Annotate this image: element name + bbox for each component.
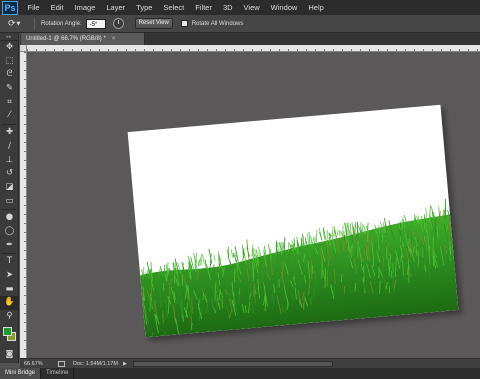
brush-icon[interactable]: ∕ [0,140,19,154]
hand-icon[interactable]: ✋ [0,296,19,311]
menu-3d[interactable]: 3D [217,3,238,12]
gradient-icon[interactable]: ▭ [0,195,19,209]
foreground-color-swatch[interactable] [3,326,12,336]
document-tab-title: Untitled-1 @ 66.7% (RGB/8) * [26,36,106,42]
menu-bar: Ps File Edit Image Layer Type Select Fil… [0,0,480,15]
crop-icon[interactable]: ⌗ [0,96,19,110]
color-swatches [0,326,18,348]
toolbar-divider [2,253,16,255]
dodge-icon[interactable]: ◯ [0,225,19,239]
menu-help[interactable]: Help [303,3,329,12]
menu-image[interactable]: Image [69,3,101,12]
menu-window[interactable]: Window [265,3,303,12]
photoshop-logo: Ps [2,0,18,15]
marquee-icon[interactable]: ⬚ [0,55,19,69]
zoom-level[interactable]: 66.67% [20,361,58,367]
quick-mask-icon[interactable]: ◙ [0,348,19,360]
document-tab-strip: Untitled-1 @ 66.7% (RGB/8) * × [20,33,480,45]
rotation-angle-input[interactable]: -5° [85,18,106,29]
panel-grip[interactable]: ▸▸ [0,33,18,41]
tool-list: ✥ ⬚ ᘓ ✎ ⌗ ⁄ ✚ ∕ ⊥ ↺ ◪ ▭ ● ◯ ✒ T ➤ ▬ ✋ ⚲ [0,41,19,324]
close-icon[interactable]: × [112,36,116,42]
reset-view-button[interactable]: Reset View [134,18,173,29]
menu-filter[interactable]: Filter [190,3,218,12]
blur-icon[interactable]: ● [0,211,19,225]
toolbar-divider [2,124,16,126]
toolbar-divider [2,209,16,211]
menu-select[interactable]: Select [158,3,190,12]
eraser-icon[interactable]: ◪ [0,181,19,195]
menu-view[interactable]: View [238,3,265,12]
path-select-icon[interactable]: ➤ [0,269,19,283]
rotate-all-windows-label: Rotate All Windows [191,20,244,27]
document-tab[interactable]: Untitled-1 @ 66.7% (RGB/8) * × [21,33,145,45]
menu-file[interactable]: File [22,3,45,12]
document-size: Doc: 1.54M/1.17M [73,360,118,367]
menu-edit[interactable]: Edit [45,3,69,12]
rotate-view-icon: ⟳ [8,18,16,29]
status-bar: 66.67% Doc: 1.54M/1.17M ▶ [20,358,480,368]
menu-type[interactable]: Type [131,3,158,12]
zoom-icon[interactable]: ⚲ [0,310,19,324]
options-divider [34,17,35,30]
grass-field [140,214,459,338]
horizontal-scrollbar[interactable] [132,360,333,367]
move-icon[interactable]: ✥ [0,41,19,55]
pen-icon[interactable]: ✒ [0,239,19,253]
options-bar: ⟳ ▼ Rotation Angle: -5° Reset View Rotate… [0,15,480,33]
tool-preset-picker[interactable]: ⟳ ▼ [8,17,28,31]
bottom-panel-tabs: Mini Bridge Timeline [0,368,480,379]
lasso-icon[interactable]: ᘓ [0,68,19,82]
quick-select-icon[interactable]: ✎ [0,82,19,96]
rotation-dial[interactable] [112,18,124,29]
tab-mini-bridge[interactable]: Mini Bridge [0,368,42,379]
rotation-angle-label: Rotation Angle: [41,20,82,27]
eyedropper-icon[interactable]: ⁄ [0,109,19,123]
document-info-icon [58,360,65,367]
canvas-pasteboard[interactable] [28,52,480,358]
shape-icon[interactable]: ▬ [0,283,19,297]
menu-layer[interactable]: Layer [101,3,131,12]
clone-stamp-icon[interactable]: ⊥ [0,154,19,168]
rotate-all-windows-checkbox[interactable] [180,20,188,27]
tools-panel: ▸▸ ✥ ⬚ ᘓ ✎ ⌗ ⁄ ✚ ∕ ⊥ ↺ ◪ ▭ ● ◯ ✒ T ➤ ▬ ✋ ⚲ ◙ [0,33,19,363]
vertical-ruler[interactable] [20,52,27,358]
ruler-origin[interactable] [20,45,27,52]
document-canvas[interactable] [127,104,459,338]
grass-image [140,198,459,338]
type-icon[interactable]: T [0,255,19,269]
chevron-down-icon: ▼ [16,20,21,27]
history-brush-icon[interactable]: ↺ [0,167,19,181]
status-menu-arrow-icon[interactable]: ▶ [123,361,127,367]
horizontal-ruler[interactable] [27,45,480,52]
tab-timeline[interactable]: Timeline [41,368,75,379]
healing-brush-icon[interactable]: ✚ [0,126,19,140]
